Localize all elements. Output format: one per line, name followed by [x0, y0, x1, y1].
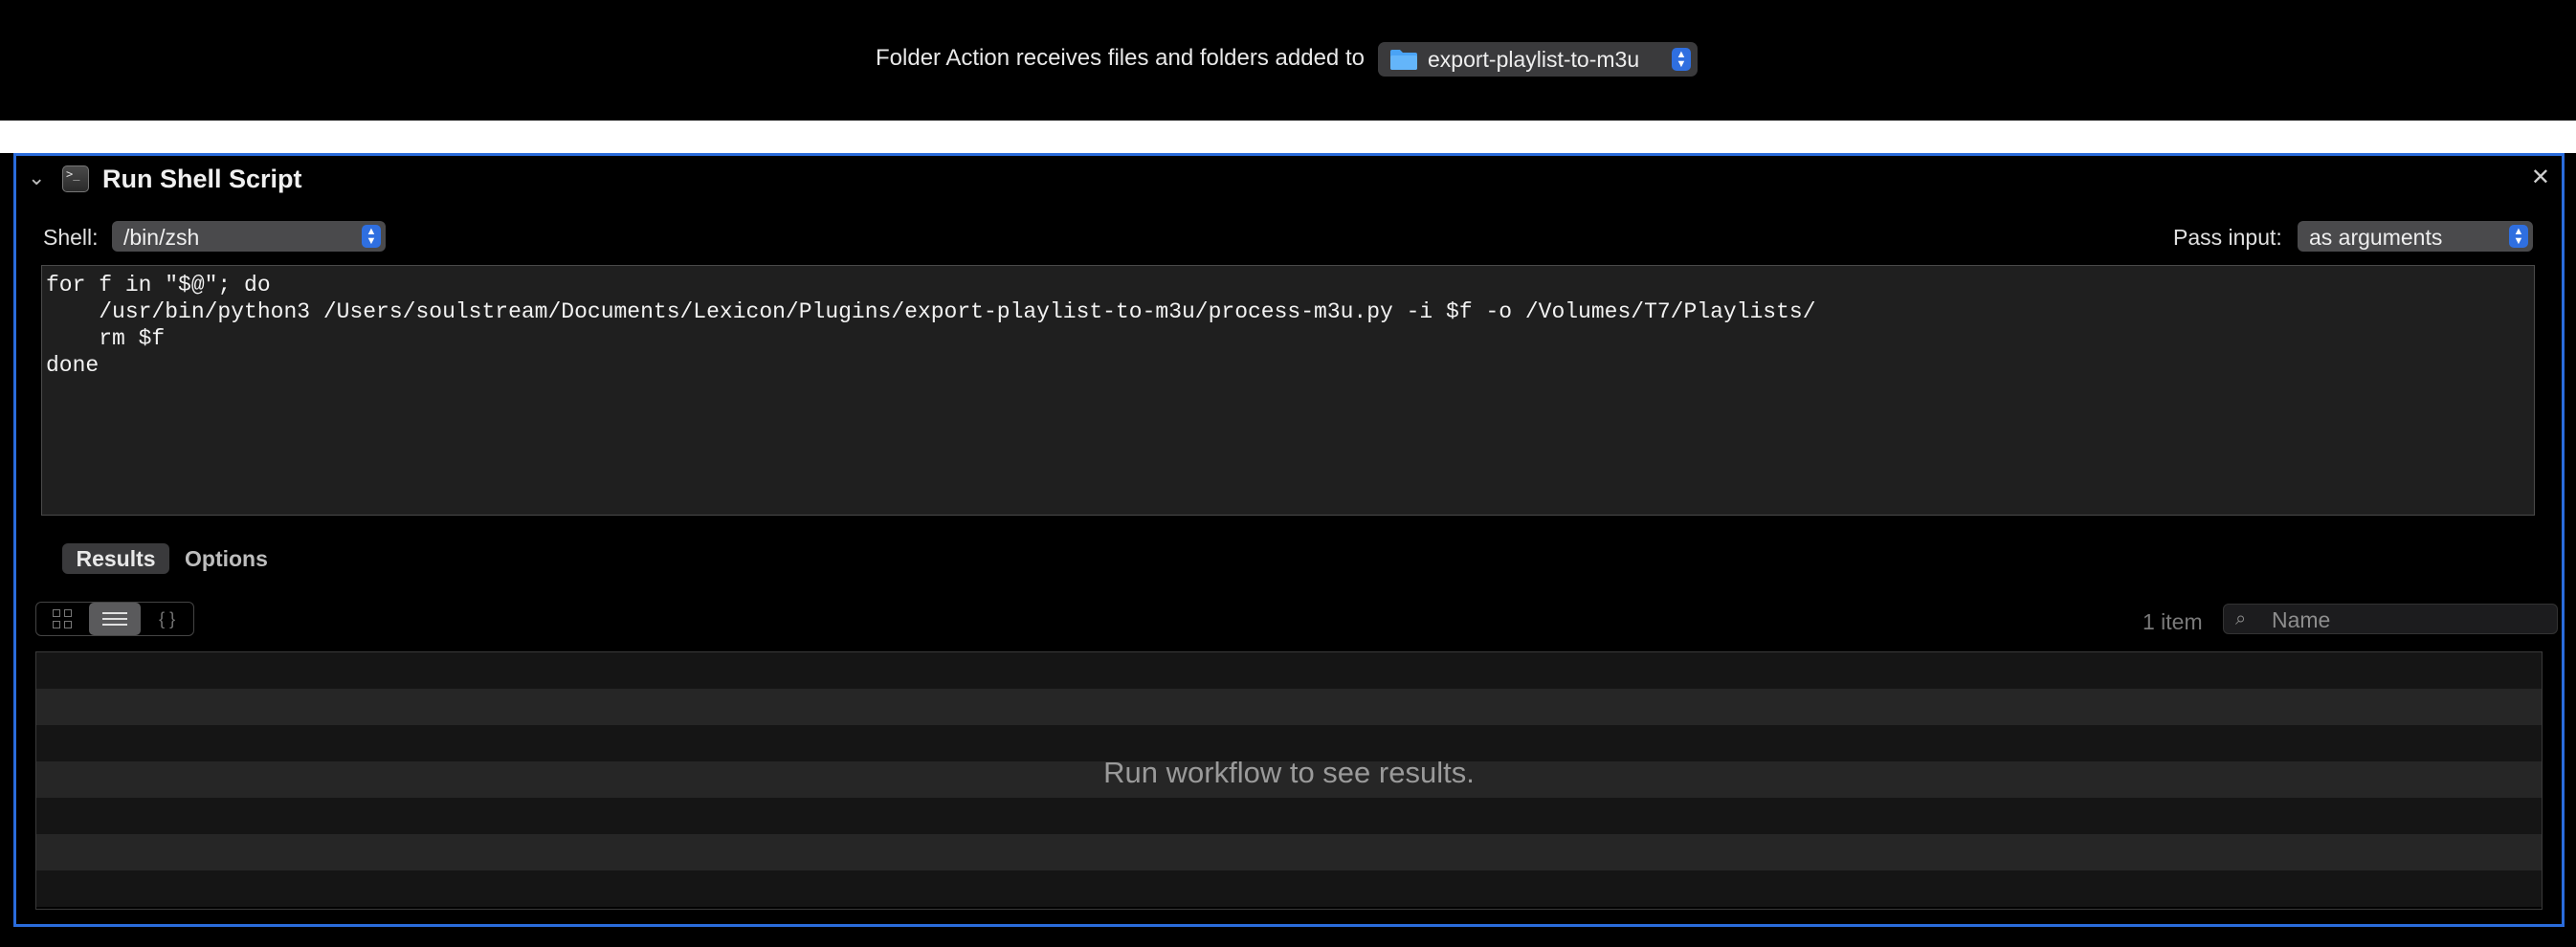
folder-icon	[1390, 50, 1417, 70]
folder-action-caption: Folder Action receives files and folders…	[876, 45, 1365, 71]
pass-input-label: Pass input:	[2173, 225, 2282, 250]
run-shell-script-action[interactable]: ⌄ >_ Run Shell Script ✕ Shell: /bin/zsh …	[13, 153, 2565, 927]
table-row	[36, 689, 2542, 725]
terminal-icon: >_	[62, 165, 89, 192]
table-row	[36, 652, 2542, 689]
folder-popup-label: export-playlist-to-m3u	[1428, 47, 1640, 72]
search-icon: ⌕	[2235, 608, 2247, 629]
empty-results-message: Run workflow to see results.	[1103, 756, 1475, 789]
folder-action-bar: Folder Action receives files and folders…	[0, 0, 2576, 121]
search-input[interactable]	[2270, 606, 2551, 633]
json-view-icon[interactable]: { }	[141, 603, 193, 635]
stepper-icon: ▲ ▼	[1672, 48, 1691, 71]
folder-popup[interactable]: export-playlist-to-m3u ▲ ▼	[1378, 42, 1698, 77]
view-mode-segmented-control[interactable]: { }	[35, 602, 194, 636]
action-title: Run Shell Script	[102, 165, 302, 193]
pass-input-popup[interactable]: as arguments ▲ ▼	[2298, 221, 2533, 252]
search-field[interactable]: ⌕	[2223, 604, 2558, 634]
table-row	[36, 870, 2542, 907]
table-row	[36, 798, 2542, 834]
results-table: Run workflow to see results.	[35, 651, 2543, 910]
item-count: 1 item	[2143, 609, 2203, 634]
table-row	[36, 834, 2542, 870]
icon-view-icon[interactable]	[36, 603, 89, 635]
stepper-icon: ▲ ▼	[362, 225, 381, 248]
pass-input-value: as arguments	[2309, 225, 2443, 250]
tab-options[interactable]: Options	[185, 543, 268, 574]
tab-results[interactable]: Results	[62, 543, 169, 574]
list-view-icon[interactable]	[88, 603, 142, 635]
shell-popup[interactable]: /bin/zsh ▲ ▼	[112, 221, 386, 252]
chevron-down-icon[interactable]: ⌄	[28, 165, 45, 190]
divider	[0, 121, 2576, 153]
script-editor[interactable]: for f in "$@"; do /usr/bin/python3 /User…	[41, 265, 2535, 516]
stepper-icon: ▲ ▼	[2509, 225, 2528, 248]
close-icon[interactable]: ✕	[2531, 164, 2550, 191]
shell-value: /bin/zsh	[123, 225, 200, 250]
shell-label: Shell:	[43, 225, 99, 250]
